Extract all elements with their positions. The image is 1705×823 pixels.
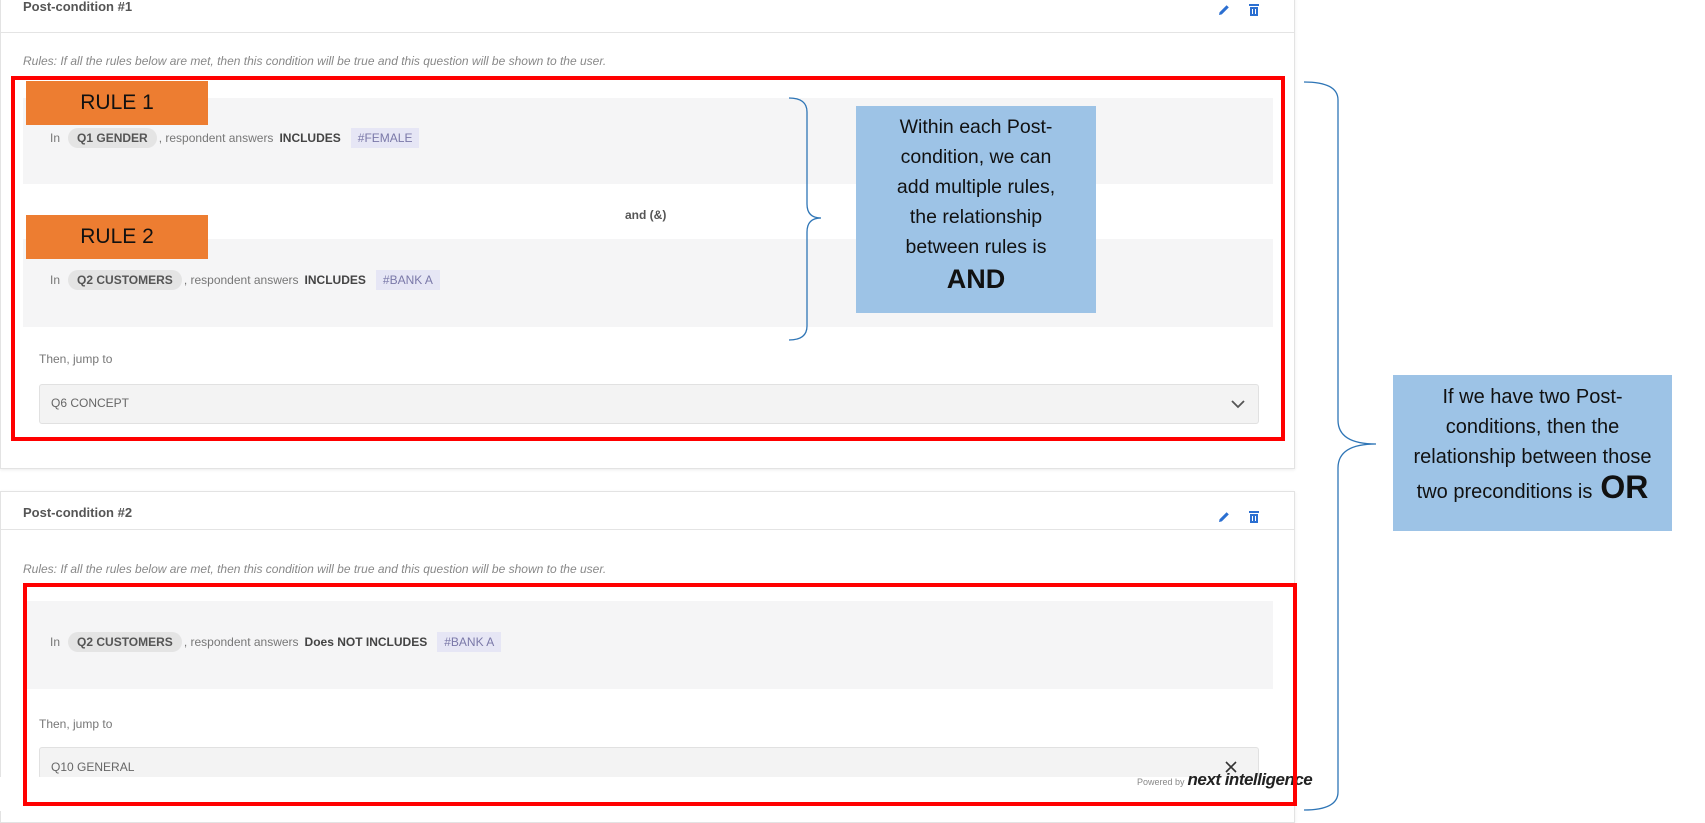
or-relationship-callout: If we have two Post- conditions, then th… xyxy=(1393,375,1672,531)
callout-emphasis: OR xyxy=(1600,469,1649,505)
callout-line: conditions, then the xyxy=(1445,416,1620,438)
callout-last-line: two preconditions is OR xyxy=(1393,469,1672,507)
callout-line: add multiple rules, xyxy=(896,176,1056,198)
post-condition-title: Post-condition #2 xyxy=(23,505,133,520)
callout-line: the relationship xyxy=(909,206,1043,228)
callout-line: between rules is xyxy=(905,236,1047,258)
delete-icon[interactable] xyxy=(1245,1,1263,19)
callout-line: If we have two Post- xyxy=(1442,386,1623,408)
delete-icon[interactable] xyxy=(1245,508,1263,526)
callout-line: two preconditions is xyxy=(1416,481,1593,503)
and-relationship-callout: Within each Post- condition, we can add … xyxy=(856,106,1096,313)
rules-description: Rules: If all the rules below are met, t… xyxy=(23,562,607,576)
edit-icon[interactable] xyxy=(1215,508,1233,526)
rule-2-badge: RULE 2 xyxy=(26,215,208,259)
callout-line: condition, we can xyxy=(900,146,1052,168)
conditions-brace xyxy=(1303,81,1377,811)
post-condition-title: Post-condition #1 xyxy=(23,0,133,14)
callout-line: relationship between those xyxy=(1413,446,1652,468)
callout-line: Within each Post- xyxy=(899,116,1053,138)
post-condition-header: Post-condition #2 xyxy=(1,492,1294,530)
callout-emphasis: AND xyxy=(946,264,1006,294)
rules-description: Rules: If all the rules below are met, t… xyxy=(23,54,607,68)
edit-icon[interactable] xyxy=(1215,1,1233,19)
rules-brace xyxy=(788,97,822,341)
rule-1-badge: RULE 1 xyxy=(26,81,208,125)
post-condition-2-highlight xyxy=(23,583,1297,806)
post-condition-header: Post-condition #1 xyxy=(1,0,1294,33)
